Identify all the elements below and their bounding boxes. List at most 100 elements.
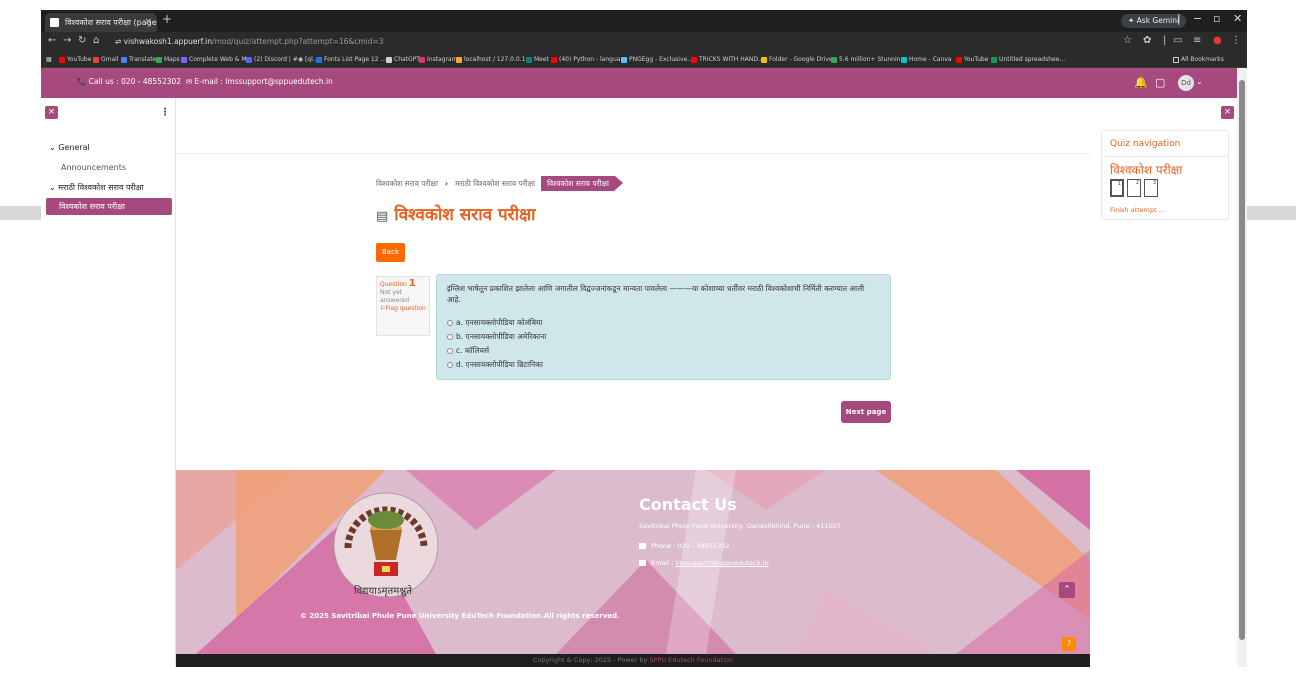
bookmark-item[interactable]: YouTube <box>59 55 91 65</box>
radio-button[interactable] <box>447 334 453 340</box>
breadcrumb-chevron-icon: › <box>444 179 448 188</box>
contact-email: Email : lmssupport@sppuedutech.in <box>639 559 769 567</box>
tab-close-icon[interactable]: × <box>144 13 152 32</box>
forward-arrow-icon[interactable]: → <box>63 35 71 46</box>
quiz-navigation-block: Quiz navigation विश्वकोश परीक्षा 1 2 3 F… <box>1101 130 1229 220</box>
page-title: ▤ विश्वकोश सराव परीक्षा <box>376 205 536 225</box>
extension-icon[interactable]: ✿ <box>1143 35 1151 46</box>
question-status: Not yet answered <box>380 289 410 304</box>
question-nav-button[interactable]: 1 <box>1110 179 1124 197</box>
quiz-nav-subtitle: विश्वकोश परीक्षा <box>1110 163 1183 177</box>
browser-tab[interactable]: विश्वकोश सराव परीक्षा (page 1 of × <box>45 13 157 32</box>
bookmark-item[interactable]: Meet <box>526 55 549 65</box>
question-text: इंग्लिश भाषेतून प्रकाशित झालेला आणि जगात… <box>447 284 865 304</box>
contact-line: 📞 Call us : 020 - 48552302 ✉ E-mail : lm… <box>77 77 333 86</box>
new-tab-button[interactable]: + <box>162 12 172 26</box>
divider <box>176 153 1090 154</box>
bookmark-item[interactable]: Untitled spreadshee... <box>991 55 1065 65</box>
bookmark-item[interactable]: Instagram <box>419 55 458 65</box>
course-index-drawer: × ⋮ ⌄ General Announcements ⌄ मराठी विश्… <box>41 98 176 667</box>
bookmark-item[interactable]: (40) Python - langua... <box>551 55 626 65</box>
radio-button[interactable] <box>447 348 453 354</box>
question-nav-button[interactable]: 2 <box>1127 179 1141 197</box>
bottom-copyright-bar: Copyright & Copy; 2025 - Power by SPPU E… <box>176 654 1090 667</box>
bookmark-item[interactable]: TRICKS WITH HAND... <box>691 55 764 65</box>
star-icon[interactable]: ☆ <box>1123 35 1132 46</box>
answer-option[interactable]: d. एनसायक्लोपीडिया ब्रिटानिका <box>447 359 543 370</box>
radio-button[interactable] <box>447 320 453 326</box>
copyright-text: © 2025 Savitribai Phule Pune University … <box>300 612 620 620</box>
question-number: Question 1 <box>380 278 416 289</box>
answer-option[interactable]: a. एनसायक्लोपीडिया कोलंबिया <box>447 317 542 328</box>
nav-announcements[interactable]: Announcements <box>61 163 126 172</box>
breadcrumb-item[interactable]: विश्वकोश सराव परीक्षा <box>376 179 438 188</box>
tab-favicon-icon <box>50 18 59 27</box>
bookmark-item[interactable]: Home - Canva <box>901 55 952 65</box>
radio-button[interactable] <box>447 362 453 368</box>
bookmarks-bar: ▦ YouTube Gmail Translate Maps Complete … <box>41 52 1247 68</box>
bookmark-item[interactable]: Maps <box>156 55 180 65</box>
maximize-icon[interactable]: ▫ <box>1213 12 1220 25</box>
bookmark-item[interactable]: Complete Web & M... <box>181 55 252 65</box>
bookmark-item[interactable]: 5.6 million+ Stunnin... <box>831 55 906 65</box>
bookmark-item[interactable]: PNGEgg - Exclusive... <box>621 55 693 65</box>
browser-address-bar: ← → ↻ ⌂ ⇌ vishwakosh1.appuerf.in/mod/qui… <box>41 32 1247 52</box>
bookmark-item[interactable]: Folder - Google Drive <box>761 55 833 65</box>
minimize-icon[interactable]: − <box>1193 12 1202 25</box>
bookmark-item[interactable]: Gmail <box>93 55 119 65</box>
message-icon[interactable]: ▢ <box>1155 76 1165 89</box>
help-button[interactable]: ? <box>1062 637 1076 651</box>
answer-option[interactable]: c. कॉलियर्स <box>447 345 489 356</box>
logo-motto: विद्ययाऽमृतमश्नुते <box>354 586 412 597</box>
user-avatar[interactable]: Dd <box>1178 75 1194 91</box>
finish-attempt-link[interactable]: Finish attempt ... <box>1110 206 1165 214</box>
contact-phone: Phone : 020 - 48552302 <box>639 542 729 550</box>
quiz-navigation-drawer: × Quiz navigation विश्वकोश परीक्षा 1 2 3… <box>1090 98 1237 667</box>
bookmark-item[interactable]: ChatGPT <box>386 55 420 65</box>
flag-question-link[interactable]: ⚐Flag question <box>380 305 426 313</box>
chevron-down-icon: ⌄ <box>49 183 59 192</box>
back-arrow-icon[interactable]: ← <box>48 35 56 46</box>
contact-us-heading: Contact Us <box>639 495 737 514</box>
chevron-down-icon[interactable]: ⌄ <box>1196 77 1203 86</box>
close-drawer-button[interactable]: × <box>45 106 58 119</box>
bookmark-item[interactable]: localhost / 127.0.0.1... <box>456 55 531 65</box>
window-close-icon[interactable]: ✕ <box>1233 12 1242 25</box>
brand-link[interactable]: SPPU Edutech Foundation <box>649 656 733 664</box>
notification-bell-icon[interactable]: 🔔 <box>1134 76 1148 89</box>
bookmark-item[interactable]: Translate <box>121 55 156 65</box>
reading-list-icon[interactable]: ≡ <box>1193 35 1201 46</box>
url-path: /mod/quiz/attempt.php?attempt=16&cmid=3 <box>211 37 384 46</box>
home-icon[interactable]: ⌂ <box>93 35 99 46</box>
section-general[interactable]: ⌄ General <box>49 143 90 152</box>
bookmark-item[interactable]: Fonts List Page 12 ... <box>316 55 386 65</box>
mail-icon: ✉ <box>185 77 195 86</box>
url-field[interactable]: ⇌ vishwakosh1.appuerf.in/mod/quiz/attemp… <box>115 35 1115 49</box>
breadcrumb-item[interactable]: मराठी विश्वकोश सराव परीक्षा <box>455 179 535 188</box>
site-info-icon[interactable]: ⇌ <box>115 37 124 46</box>
bookmark-item[interactable]: YouTube <box>956 55 988 65</box>
apps-grid-icon[interactable]: ▦ <box>46 55 52 65</box>
next-page-button[interactable]: Next page <box>841 401 891 423</box>
quiz-icon: ▤ <box>376 209 389 224</box>
scroll-top-button[interactable]: ⌃ <box>1059 582 1075 598</box>
section-marathi-quiz[interactable]: ⌄ मराठी विश्वकोश सराव परीक्षा <box>49 182 144 193</box>
nav-active-quiz[interactable]: विश्वकोश सराव परीक्षा <box>46 198 172 215</box>
close-drawer-button[interactable]: × <box>1221 106 1234 119</box>
footer-decoration <box>176 470 1090 654</box>
divider <box>1102 156 1228 157</box>
bookmark-item[interactable]: (2) Discord | #◉ [ql... <box>246 55 319 65</box>
reload-icon[interactable]: ↻ <box>78 35 86 46</box>
breadcrumb-current: विश्वकोश सराव परीक्षा <box>541 176 623 191</box>
all-bookmarks[interactable]: All Bookmarks <box>1173 55 1224 65</box>
page-scrollbar[interactable] <box>1237 68 1247 667</box>
profile-icon[interactable]: ● <box>1213 35 1222 46</box>
email-link[interactable]: lmssupport@sppuedutech.in <box>675 559 768 567</box>
back-button[interactable]: Back <box>376 243 405 262</box>
scrollbar-thumb[interactable] <box>1239 80 1245 640</box>
cast-icon[interactable]: ▭ <box>1173 35 1182 46</box>
drawer-menu-icon[interactable]: ⋮ <box>160 107 170 118</box>
question-nav-button[interactable]: 3 <box>1144 179 1158 197</box>
answer-option[interactable]: b. एनसायक्लोपीडिया अमेरिकाना <box>447 331 546 342</box>
menu-kebab-icon[interactable]: ⋮ <box>1231 35 1241 46</box>
